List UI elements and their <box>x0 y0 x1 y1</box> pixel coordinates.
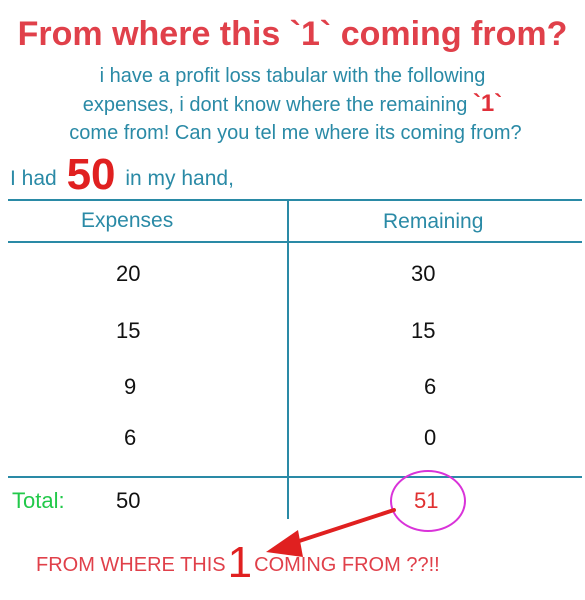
footer-number: 1 <box>227 538 253 587</box>
footer-question: FROM WHERE THIS1 COMING FROM ??!! <box>36 538 440 590</box>
pointer-arrow <box>266 508 396 557</box>
footer-suffix: COMING FROM ??!! <box>254 554 440 576</box>
footer-prefix: FROM WHERE THIS <box>36 554 226 576</box>
